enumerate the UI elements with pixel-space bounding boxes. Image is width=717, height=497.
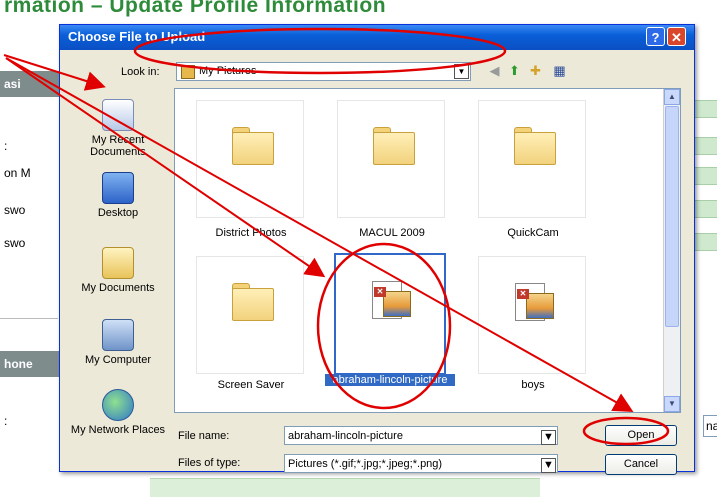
open-button-highlight-ellipse	[582, 416, 670, 446]
annotation-ellipses	[133, 27, 670, 446]
annotation-overlay	[3, 27, 670, 446]
look-in-highlight-ellipse	[133, 27, 507, 75]
annotation-arrows	[3, 54, 634, 412]
selected-file-highlight-ellipse	[316, 242, 452, 410]
arrow-to-open	[5, 57, 634, 412]
arrow-to-file	[5, 57, 326, 278]
arrow-to-look-in	[3, 54, 106, 91]
